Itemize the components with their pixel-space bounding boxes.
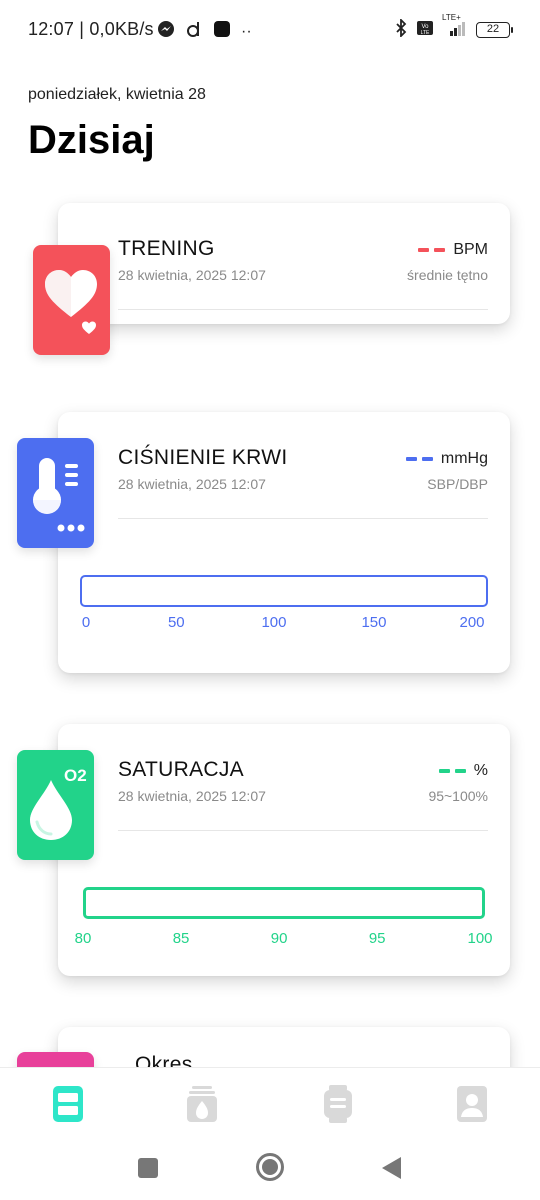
signal-icon: LTE+ [442, 13, 468, 40]
dashboard-icon [53, 1086, 83, 1122]
saturation-tile[interactable]: O2 [17, 750, 94, 860]
blood-pressure-gauge-bar [80, 575, 488, 607]
nav-dashboard[interactable] [50, 1084, 86, 1124]
scale-tick: 95 [368, 930, 386, 947]
back-icon[interactable] [381, 1156, 403, 1185]
network-type-label: LTE+ [442, 13, 461, 22]
saturation-scale: 80 85 90 95 100 [75, 930, 493, 950]
status-bar: 12:07 | 0,0KB/s ·· Vo LTE LTE+ 22 [0, 0, 540, 60]
saturation-value: % [438, 762, 488, 780]
messenger-icon [157, 20, 175, 43]
saturation-card[interactable]: SATURACJA 28 kwietnia, 2025 12:07 % 95~1… [58, 724, 510, 976]
blood-pressure-card[interactable]: CIŚNIENIE KRWI 28 kwietnia, 2025 12:07 m… [58, 412, 510, 673]
thermometer-icon [33, 458, 85, 532]
bluetooth-icon [394, 17, 408, 40]
more-notifications-icon: ·· [241, 22, 252, 40]
blood-pressure-value-placeholder [405, 457, 433, 461]
divider [118, 518, 488, 519]
training-card[interactable]: TRENING 28 kwietnia, 2025 12:07 BPM śred… [58, 203, 510, 324]
current-date: poniedziałek, kwietnia 28 [28, 86, 206, 103]
home-icon[interactable] [255, 1152, 285, 1187]
training-value-placeholder [418, 248, 446, 252]
blood-pressure-scale: 0 50 100 150 200 [82, 614, 485, 634]
recents-icon[interactable] [137, 1157, 159, 1184]
oxygen-badge: O2 [64, 766, 87, 785]
page-title: Dzisiaj [28, 118, 155, 162]
saturation-timestamp: 28 kwietnia, 2025 12:07 [118, 788, 266, 804]
svg-text:LTE: LTE [421, 30, 430, 36]
training-title: TRENING [118, 237, 215, 260]
saturation-unit: % [473, 762, 488, 779]
nav-workout[interactable] [184, 1084, 220, 1124]
saturation-subtitle: 95~100% [428, 788, 488, 804]
nav-device[interactable] [320, 1084, 356, 1124]
watch-icon [324, 1085, 352, 1123]
saturation-value-placeholder [438, 769, 466, 773]
scale-tick: 0 [81, 614, 91, 631]
blood-pressure-timestamp: 28 kwietnia, 2025 12:07 [118, 476, 266, 492]
scale-tick: 100 [261, 614, 287, 631]
blood-pressure-title: CIŚNIENIE KRWI [118, 446, 288, 469]
scale-tick: 85 [172, 930, 190, 947]
nav-profile[interactable] [454, 1084, 490, 1124]
saturation-gauge-bar [83, 887, 485, 919]
scale-tick: 90 [270, 930, 288, 947]
profile-icon [457, 1086, 487, 1122]
blood-pressure-tile[interactable] [17, 438, 94, 548]
scale-tick: 200 [459, 614, 485, 631]
scale-tick: 150 [361, 614, 387, 631]
scale-tick: 80 [74, 930, 92, 947]
divider [118, 309, 488, 310]
blood-pressure-subtitle: SBP/DBP [427, 476, 488, 492]
training-subtitle: średnie tętno [407, 267, 488, 283]
battery-icon: 22 [476, 21, 513, 38]
blood-pressure-unit: mmHg [440, 450, 488, 467]
scale-tick: 100 [467, 930, 493, 947]
training-unit: BPM [453, 241, 488, 258]
divider [118, 830, 488, 831]
scale-tick: 50 [167, 614, 185, 631]
heart-icon [45, 270, 97, 334]
blood-pressure-value: mmHg [405, 450, 488, 468]
status-time-speed: 12:07 | 0,0KB/s [28, 19, 154, 39]
bottom-navigation [0, 1067, 540, 1143]
training-tile[interactable] [33, 245, 110, 355]
workout-fire-icon [187, 1086, 217, 1122]
system-navigation-bar [0, 1143, 540, 1200]
volte-icon: Vo LTE [416, 19, 434, 40]
training-value: BPM [418, 241, 488, 259]
training-timestamp: 28 kwietnia, 2025 12:07 [118, 267, 266, 283]
app-square-icon [213, 20, 231, 43]
saturation-title: SATURACJA [118, 758, 244, 781]
app-d-icon [185, 20, 203, 43]
